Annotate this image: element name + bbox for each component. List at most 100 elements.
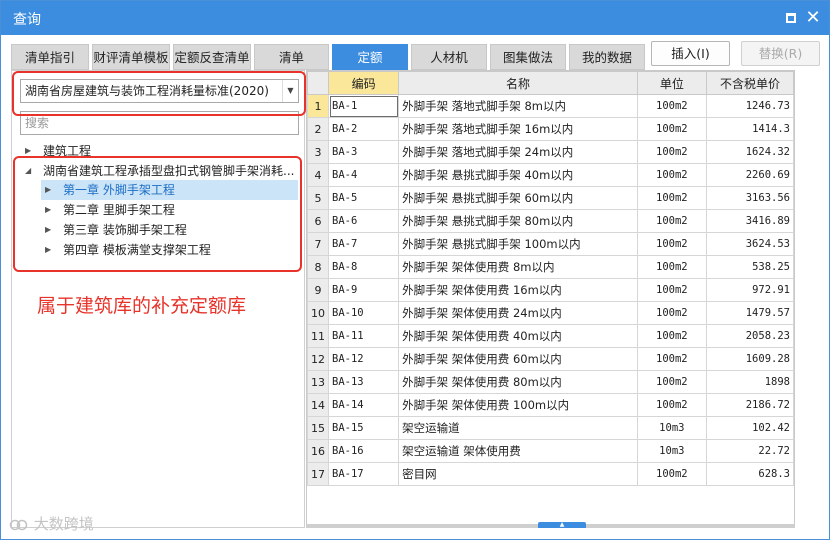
tab-bill-guide[interactable]: 清单指引: [11, 44, 89, 70]
table-row[interactable]: 1 BA-1 外脚手架 落地式脚手架 8m以内 100m2 1246.73: [307, 94, 794, 118]
column-header-name[interactable]: 名称: [398, 71, 638, 95]
cell-price[interactable]: 1609.28: [705, 347, 794, 371]
row-number[interactable]: 6: [307, 209, 329, 233]
row-number[interactable]: 4: [307, 163, 329, 187]
cell-unit[interactable]: 100m2: [636, 393, 707, 417]
cell-code[interactable]: BA-13: [327, 370, 400, 394]
cell-name[interactable]: 外脚手架 架体使用费 80m以内: [398, 370, 638, 394]
cell-name[interactable]: 外脚手架 落地式脚手架 24m以内: [398, 140, 638, 164]
table-row[interactable]: 2 BA-2 外脚手架 落地式脚手架 16m以内 100m2 1414.3: [307, 117, 794, 141]
row-number[interactable]: 3: [307, 140, 329, 164]
close-icon[interactable]: ✕: [805, 9, 821, 27]
cell-unit[interactable]: 100m2: [636, 462, 707, 486]
cell-price[interactable]: 2186.72: [705, 393, 794, 417]
row-number[interactable]: 14: [307, 393, 329, 417]
cell-price[interactable]: 3624.53: [705, 232, 794, 256]
cell-name[interactable]: 外脚手架 悬挑式脚手架 80m以内: [398, 209, 638, 233]
cell-code[interactable]: BA-3: [327, 140, 400, 164]
cell-unit[interactable]: 10m3: [636, 439, 707, 463]
cell-code[interactable]: BA-2: [327, 117, 400, 141]
tab-bill-template[interactable]: 财评清单模板: [92, 44, 170, 70]
cell-code[interactable]: BA-17: [327, 462, 400, 486]
cell-code[interactable]: BA-10: [327, 301, 400, 325]
cell-code[interactable]: BA-15: [327, 416, 400, 440]
cell-unit[interactable]: 100m2: [636, 140, 707, 164]
table-row[interactable]: 10 BA-10 外脚手架 架体使用费 24m以内 100m2 1479.57: [307, 301, 794, 325]
table-row[interactable]: 9 BA-9 外脚手架 架体使用费 16m以内 100m2 972.91: [307, 278, 794, 302]
row-number[interactable]: 13: [307, 370, 329, 394]
table-row[interactable]: 14 BA-14 外脚手架 架体使用费 100m以内 100m2 2186.72: [307, 393, 794, 417]
table-row[interactable]: 3 BA-3 外脚手架 落地式脚手架 24m以内 100m2 1624.32: [307, 140, 794, 164]
cell-name[interactable]: 外脚手架 架体使用费 8m以内: [398, 255, 638, 279]
row-number[interactable]: 7: [307, 232, 329, 256]
cell-price[interactable]: 1624.32: [705, 140, 794, 164]
cell-price[interactable]: 1479.57: [705, 301, 794, 325]
row-number[interactable]: 11: [307, 324, 329, 348]
cell-name[interactable]: 外脚手架 架体使用费 60m以内: [398, 347, 638, 371]
tab-quota[interactable]: 定额: [332, 44, 408, 70]
cell-code[interactable]: BA-9: [327, 278, 400, 302]
tab-quota-reverse[interactable]: 定额反查清单: [173, 44, 251, 70]
row-number[interactable]: 15: [307, 416, 329, 440]
cell-name[interactable]: 密目网: [398, 462, 638, 486]
cell-code[interactable]: BA-5: [327, 186, 400, 210]
cell-unit[interactable]: 100m2: [636, 301, 707, 325]
table-row[interactable]: 6 BA-6 外脚手架 悬挑式脚手架 80m以内 100m2 3416.89: [307, 209, 794, 233]
cell-code[interactable]: BA-12: [327, 347, 400, 371]
cell-price[interactable]: 628.3: [705, 462, 794, 486]
column-header-code[interactable]: 编码: [327, 71, 400, 95]
row-number[interactable]: 10: [307, 301, 329, 325]
table-row[interactable]: 16 BA-16 架空运输道 架体使用费 10m3 22.72: [307, 439, 794, 463]
cell-unit[interactable]: 100m2: [636, 370, 707, 394]
cell-price[interactable]: 3163.56: [705, 186, 794, 210]
column-header-unit[interactable]: 单位: [636, 71, 707, 95]
table-row[interactable]: 5 BA-5 外脚手架 悬挑式脚手架 60m以内 100m2 3163.56: [307, 186, 794, 210]
cell-name[interactable]: 外脚手架 架体使用费 16m以内: [398, 278, 638, 302]
row-number[interactable]: 1: [307, 94, 329, 118]
cell-name[interactable]: 外脚手架 架体使用费 40m以内: [398, 324, 638, 348]
cell-name[interactable]: 架空运输道 架体使用费: [398, 439, 638, 463]
row-number[interactable]: 5: [307, 186, 329, 210]
table-row[interactable]: 7 BA-7 外脚手架 悬挑式脚手架 100m以内 100m2 3624.53: [307, 232, 794, 256]
table-row[interactable]: 15 BA-15 架空运输道 10m3 102.42: [307, 416, 794, 440]
table-row[interactable]: 8 BA-8 外脚手架 架体使用费 8m以内 100m2 538.25: [307, 255, 794, 279]
cell-code[interactable]: BA-1: [327, 94, 400, 118]
table-row[interactable]: 11 BA-11 外脚手架 架体使用费 40m以内 100m2 2058.23: [307, 324, 794, 348]
cell-price[interactable]: 102.42: [705, 416, 794, 440]
replace-button[interactable]: 替换(R): [741, 41, 820, 66]
cell-price[interactable]: 22.72: [705, 439, 794, 463]
table-row[interactable]: 4 BA-4 外脚手架 悬挑式脚手架 40m以内 100m2 2260.69: [307, 163, 794, 187]
tab-materials[interactable]: 人材机: [411, 44, 487, 70]
row-number[interactable]: 8: [307, 255, 329, 279]
cell-name[interactable]: 外脚手架 架体使用费 24m以内: [398, 301, 638, 325]
cell-code[interactable]: BA-16: [327, 439, 400, 463]
cell-code[interactable]: BA-6: [327, 209, 400, 233]
cell-unit[interactable]: 100m2: [636, 232, 707, 256]
row-number[interactable]: 12: [307, 347, 329, 371]
tab-bill[interactable]: 清单: [254, 44, 329, 70]
cell-name[interactable]: 外脚手架 落地式脚手架 8m以内: [398, 94, 638, 118]
cell-unit[interactable]: 100m2: [636, 163, 707, 187]
cell-unit[interactable]: 100m2: [636, 209, 707, 233]
tab-atlas[interactable]: 图集做法: [490, 44, 566, 70]
cell-price[interactable]: 972.91: [705, 278, 794, 302]
row-number[interactable]: 2: [307, 117, 329, 141]
tab-my-data[interactable]: 我的数据: [569, 44, 645, 70]
cell-price[interactable]: 1898: [705, 370, 794, 394]
cell-unit[interactable]: 10m3: [636, 416, 707, 440]
cell-price[interactable]: 2058.23: [705, 324, 794, 348]
cell-name[interactable]: 外脚手架 悬挑式脚手架 40m以内: [398, 163, 638, 187]
cell-price[interactable]: 3416.89: [705, 209, 794, 233]
cell-unit[interactable]: 100m2: [636, 186, 707, 210]
table-row[interactable]: 12 BA-12 外脚手架 架体使用费 60m以内 100m2 1609.28: [307, 347, 794, 371]
row-number[interactable]: 9: [307, 278, 329, 302]
column-header-price[interactable]: 不含税单价: [705, 71, 794, 95]
cell-code[interactable]: BA-8: [327, 255, 400, 279]
cell-name[interactable]: 外脚手架 悬挑式脚手架 100m以内: [398, 232, 638, 256]
cell-name[interactable]: 架空运输道: [398, 416, 638, 440]
row-number[interactable]: 17: [307, 462, 329, 486]
insert-button[interactable]: 插入(I): [651, 41, 730, 66]
cell-name[interactable]: 外脚手架 落地式脚手架 16m以内: [398, 117, 638, 141]
table-row[interactable]: 13 BA-13 外脚手架 架体使用费 80m以内 100m2 1898: [307, 370, 794, 394]
table-row[interactable]: 17 BA-17 密目网 100m2 628.3: [307, 462, 794, 486]
